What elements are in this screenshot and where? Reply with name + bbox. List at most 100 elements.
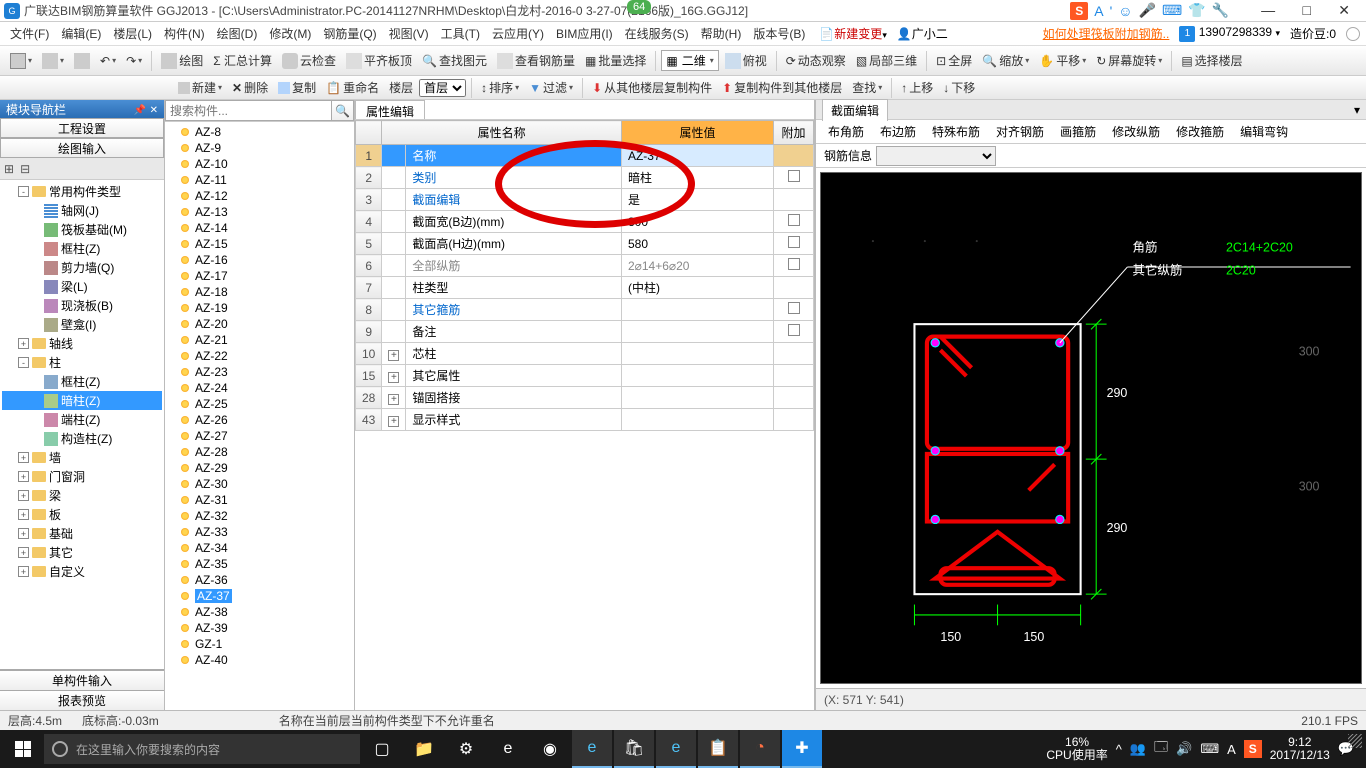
tb-align-top[interactable]: 平齐板顶 — [342, 50, 416, 71]
menu-modify[interactable]: 修改(M) — [265, 23, 315, 44]
st-edge[interactable]: 布边筋 — [876, 121, 920, 142]
prop-row[interactable]: 4截面宽(B边)(mm)300 — [356, 211, 814, 233]
nav-expand-icon[interactable]: ⊞ — [4, 162, 14, 176]
tb-batch-select[interactable]: ▦批量选择 — [581, 50, 650, 71]
tb-fullscreen[interactable]: ⊡全屏 — [932, 50, 976, 71]
gear-icon[interactable] — [1346, 27, 1360, 41]
taskbar-search[interactable]: 在这里输入你要搜索的内容 — [44, 734, 360, 764]
tb-undo[interactable]: ↶▾ — [96, 52, 120, 70]
menu-rebar[interactable]: 钢筋量(Q) — [319, 23, 380, 44]
new-change-link[interactable]: 新建变更 — [834, 27, 882, 41]
tb-rotate[interactable]: ↻屏幕旋转▾ — [1092, 50, 1166, 71]
prop-row[interactable]: 1名称AZ-37 — [356, 145, 814, 167]
task-edge-old-icon[interactable]: e — [488, 730, 528, 768]
comp-item[interactable]: AZ-8 — [171, 124, 348, 140]
comp-item[interactable]: AZ-11 — [171, 172, 348, 188]
st-special[interactable]: 特殊布筋 — [928, 121, 984, 142]
ct-copy-from[interactable]: ⬇从其他楼层复制构件 — [588, 77, 716, 98]
menu-version[interactable]: 版本号(B) — [749, 23, 809, 44]
st-corner[interactable]: 布角筋 — [824, 121, 868, 142]
glyph-a-icon[interactable]: A — [1094, 3, 1103, 19]
st-mod-long[interactable]: 修改纵筋 — [1108, 121, 1164, 142]
comp-item[interactable]: AZ-28 — [171, 444, 348, 460]
task-app3-icon[interactable]: 📋 — [698, 730, 738, 768]
prop-row[interactable]: 43+显示样式 — [356, 409, 814, 431]
prop-row[interactable]: 2类别暗柱 — [356, 167, 814, 189]
user-name[interactable]: 广小二 — [912, 27, 948, 41]
tree-item[interactable]: 筏板基础(M) — [2, 220, 162, 239]
ct-delete[interactable]: ✕删除 — [228, 77, 272, 98]
nav-btn-project[interactable]: 工程设置 — [0, 118, 164, 138]
comp-item[interactable]: AZ-21 — [171, 332, 348, 348]
tree-item[interactable]: 现浇板(B) — [2, 296, 162, 315]
comp-item[interactable]: AZ-29 — [171, 460, 348, 476]
task-app2-icon[interactable]: ◉ — [530, 730, 570, 768]
task-ggj-icon[interactable]: ✚ — [782, 730, 822, 768]
tb-3d-local[interactable]: ▧局部三维 — [852, 50, 921, 71]
tree-item[interactable]: 轴网(J) — [2, 201, 162, 220]
glyph-tool-icon[interactable]: 🔧 — [1212, 2, 1229, 19]
comp-item[interactable]: AZ-19 — [171, 300, 348, 316]
ct-new[interactable]: 新建▾ — [174, 77, 226, 98]
prop-row[interactable]: 28+锚固搭接 — [356, 387, 814, 409]
ct-rename[interactable]: 📋重命名 — [322, 77, 383, 98]
clock[interactable]: 9:122017/12/13 — [1270, 736, 1330, 762]
tree-item[interactable]: 框柱(Z) — [2, 372, 162, 391]
comp-item[interactable]: AZ-33 — [171, 524, 348, 540]
search-input[interactable] — [165, 100, 332, 121]
comp-item[interactable]: AZ-24 — [171, 380, 348, 396]
tree-item[interactable]: +板 — [2, 505, 162, 524]
tree-item[interactable]: -柱 — [2, 353, 162, 372]
resize-grip[interactable] — [1348, 734, 1362, 748]
ct-move-down[interactable]: ↓ 下移 — [939, 77, 979, 98]
tb-find[interactable]: 🔍查找图元 — [418, 50, 491, 71]
tree-item[interactable]: +其它 — [2, 543, 162, 562]
comp-item[interactable]: AZ-35 — [171, 556, 348, 572]
menu-draw[interactable]: 绘图(D) — [213, 23, 262, 44]
comp-item[interactable]: AZ-40 — [171, 652, 348, 668]
tree-item[interactable]: +自定义 — [2, 562, 162, 581]
comp-item[interactable]: AZ-12 — [171, 188, 348, 204]
nav-btn-draw[interactable]: 绘图输入 — [0, 138, 164, 158]
nav-btn-single[interactable]: 单构件输入 — [0, 670, 164, 690]
task-view-icon[interactable]: ▢ — [362, 730, 402, 768]
tree-item[interactable]: +墙 — [2, 448, 162, 467]
tree-item[interactable]: 暗柱(Z) — [2, 391, 162, 410]
tree-item[interactable]: +梁 — [2, 486, 162, 505]
prop-row[interactable]: 10+芯柱 — [356, 343, 814, 365]
comp-item[interactable]: AZ-23 — [171, 364, 348, 380]
prop-row[interactable]: 5截面高(H边)(mm)580 — [356, 233, 814, 255]
tree-item[interactable]: -常用构件类型 — [2, 182, 162, 201]
tb-pan[interactable]: ✋平移▾ — [1035, 50, 1090, 71]
comp-item[interactable]: AZ-15 — [171, 236, 348, 252]
phone-number[interactable]: 13907298339 — [1199, 25, 1272, 39]
comp-item[interactable]: AZ-16 — [171, 252, 348, 268]
tb-save[interactable] — [70, 51, 94, 71]
menu-file[interactable]: 文件(F) — [6, 23, 53, 44]
ct-filter[interactable]: ▼过滤▾ — [525, 77, 577, 98]
prop-row[interactable]: 15+其它属性 — [356, 365, 814, 387]
section-dropdown-icon[interactable]: ▾ — [1354, 103, 1360, 117]
tree-item[interactable]: 壁龛(I) — [2, 315, 162, 334]
tree-item[interactable]: 端柱(Z) — [2, 410, 162, 429]
menu-help[interactable]: 帮助(H) — [697, 23, 746, 44]
ct-copy-to[interactable]: ⬆复制构件到其他楼层 — [718, 77, 846, 98]
menu-view[interactable]: 视图(V) — [385, 23, 433, 44]
task-ie-icon[interactable]: e — [656, 730, 696, 768]
menu-edit[interactable]: 编辑(E) — [57, 23, 105, 44]
comp-item[interactable]: AZ-10 — [171, 156, 348, 172]
tree-item[interactable]: 构造柱(Z) — [2, 429, 162, 448]
prop-row[interactable]: 8其它箍筋 — [356, 299, 814, 321]
tray-battery-icon[interactable]: 🗔 — [1154, 738, 1168, 760]
ct-copy[interactable]: 复制 — [274, 77, 320, 98]
tab-prop-edit[interactable]: 属性编辑 — [355, 100, 425, 119]
help-link[interactable]: 如何处理筏板附加钢筋.. — [1043, 25, 1170, 42]
prop-row[interactable]: 9备注 — [356, 321, 814, 343]
comp-item[interactable]: AZ-20 — [171, 316, 348, 332]
tray-up-icon[interactable]: ^ — [1116, 742, 1122, 757]
tb-view-rebar[interactable]: 查看钢筋量 — [493, 50, 579, 71]
tree-item[interactable]: +基础 — [2, 524, 162, 543]
tb-topview[interactable]: 俯视 — [721, 50, 771, 71]
tray-ime-icon[interactable]: ⌨ — [1200, 741, 1219, 757]
glyph-smile-icon[interactable]: ☺ — [1118, 3, 1132, 19]
